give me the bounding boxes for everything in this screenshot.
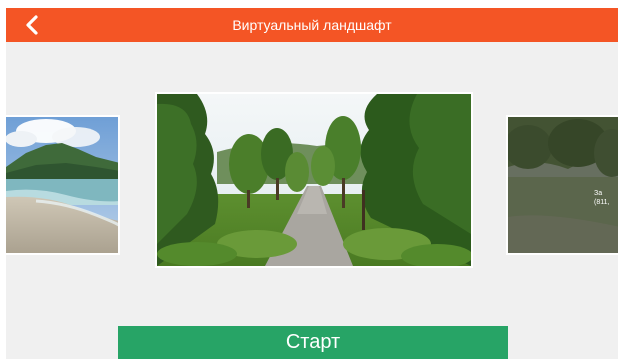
landscape-card-forest-path[interactable] xyxy=(155,92,473,268)
card-caption: За (811, xyxy=(594,189,618,207)
forest-path-image xyxy=(157,94,471,266)
top-app-bar: Виртуальный ландшафт xyxy=(6,8,618,42)
inactive-overlay xyxy=(508,117,618,253)
app-screen: Виртуальный ландшафт За (811, Старт xyxy=(0,0,618,359)
beach-image xyxy=(6,117,118,253)
landscape-card-meadow[interactable]: За (811, xyxy=(506,115,618,255)
start-button[interactable]: Старт xyxy=(118,326,508,359)
landscape-carousel: За (811, Старт xyxy=(6,42,618,359)
card-caption-line2: (811, xyxy=(594,199,610,206)
card-caption-line1: За xyxy=(594,190,603,197)
landscape-card-beach[interactable] xyxy=(6,115,120,255)
page-title: Виртуальный ландшафт xyxy=(232,17,392,33)
